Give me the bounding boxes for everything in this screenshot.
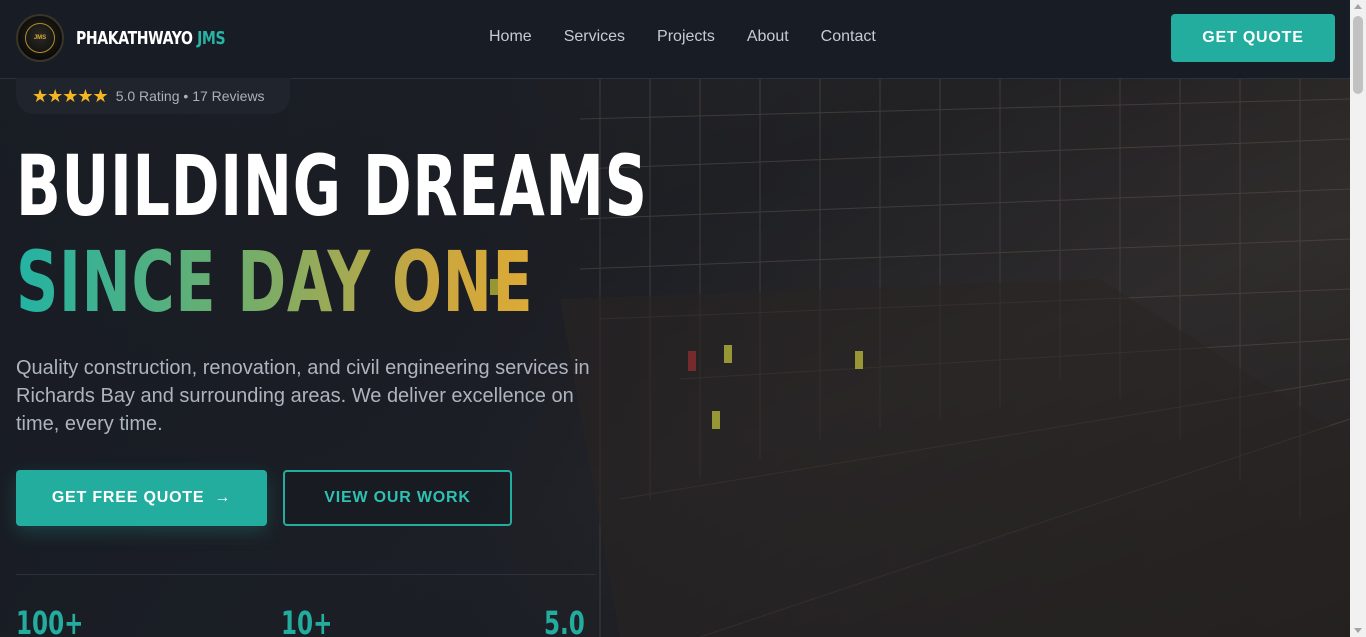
stat-projects: 100+ [16, 604, 84, 637]
arrow-right-icon: → [214, 489, 232, 506]
get-free-quote-label: GET FREE QUOTE [51, 489, 205, 506]
rating-text: 5.0 Rating • 17 Reviews [115, 88, 265, 104]
brand-name: PHAKATHWAYO JMS [76, 27, 226, 49]
page-scrollbar[interactable] [1350, 0, 1366, 637]
scroll-down-icon[interactable] [1354, 628, 1362, 633]
nav-services[interactable]: Services [564, 28, 625, 46]
headline-line-1: BUILDING DREAMS [16, 137, 648, 235]
brand-name-main: PHAKATHWAYO [76, 27, 193, 49]
view-our-work-button[interactable]: VIEW OUR WORK [283, 470, 512, 526]
get-quote-button[interactable]: GET QUOTE [1171, 14, 1335, 62]
rating-badge: ★★★★★ 5.0 Rating • 17 Reviews [16, 78, 290, 114]
stat-years: 10+ [281, 604, 333, 637]
nav-home[interactable]: Home [489, 28, 532, 46]
nav-projects[interactable]: Projects [657, 28, 715, 46]
nav-contact[interactable]: Contact [821, 28, 876, 46]
site-header: JMS PHAKATHWAYO JMS Home Services Projec… [0, 0, 1350, 79]
brand-name-accent: JMS [197, 27, 226, 49]
hero-headline: BUILDING DREAMS SINCE DAY ONE [16, 138, 648, 330]
nav-about[interactable]: About [747, 28, 789, 46]
headline-line-2: SINCE DAY ONE [16, 234, 648, 330]
scrollbar-thumb[interactable] [1353, 16, 1363, 94]
stat-rating: 5.0 [544, 604, 585, 637]
star-rating-icon: ★★★★★ [32, 85, 109, 106]
stats-divider [16, 574, 596, 575]
scroll-up-icon[interactable] [1354, 4, 1362, 9]
main-nav: Home Services Projects About Contact [489, 28, 908, 46]
hero-description: Quality construction, renovation, and ci… [16, 357, 590, 435]
logo-icon: JMS [16, 14, 64, 62]
logo-emblem: JMS [25, 23, 55, 53]
brand-logo-link[interactable]: JMS PHAKATHWAYO JMS [16, 14, 267, 62]
get-free-quote-button[interactable]: GET FREE QUOTE → [16, 470, 267, 526]
